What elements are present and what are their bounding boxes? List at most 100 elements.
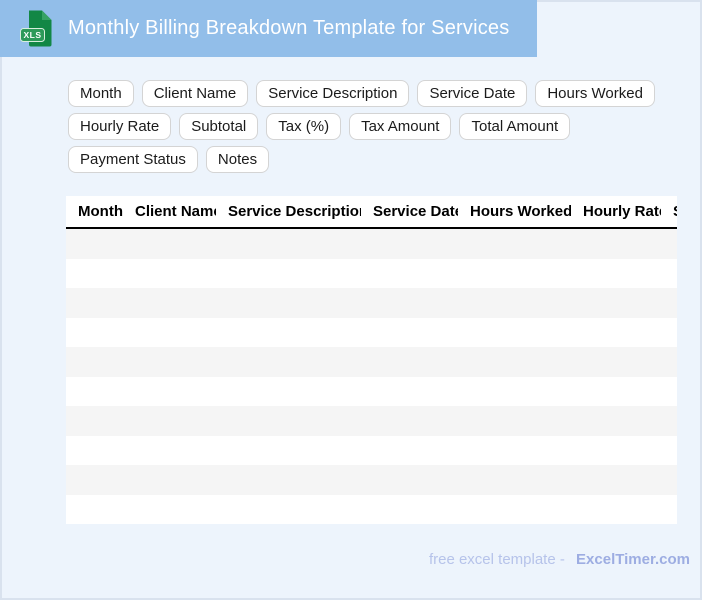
table-cell	[661, 436, 677, 466]
table-row	[66, 228, 677, 259]
footer-text: free excel template -	[428, 551, 565, 568]
table-cell	[571, 347, 661, 377]
table-cell	[661, 228, 677, 259]
table-cell	[123, 377, 216, 407]
field-chip-notes[interactable]: Notes	[205, 146, 270, 173]
table-cell	[661, 318, 677, 348]
field-chip-client-name[interactable]: Client Name	[141, 80, 249, 107]
table-cell	[571, 436, 661, 466]
table-cell	[123, 465, 216, 495]
table-cell	[216, 259, 361, 289]
table-cell	[571, 318, 661, 348]
table-cell	[216, 318, 361, 348]
table-cell	[216, 228, 361, 259]
column-header-service-date: Service Date	[361, 196, 458, 229]
table-cell	[661, 377, 677, 407]
table-cell	[458, 259, 571, 289]
table-cell	[66, 347, 123, 377]
table-cell	[361, 465, 458, 495]
table-cell	[123, 436, 216, 466]
table-cell	[361, 495, 458, 525]
field-chip-service-date[interactable]: Service Date	[417, 80, 528, 107]
table-cell	[361, 318, 458, 348]
field-chip-hours-worked[interactable]: Hours Worked	[535, 80, 655, 107]
footer: free excel template - ExcelTimer.com	[429, 551, 690, 568]
table-cell	[216, 377, 361, 407]
table-cell	[458, 465, 571, 495]
table-cell	[458, 406, 571, 436]
table-cell	[123, 318, 216, 348]
table-cell	[216, 347, 361, 377]
field-chip-tax[interactable]: Tax (%)	[266, 113, 342, 140]
footer-brand-link[interactable]: ExcelTimer.com	[576, 551, 690, 568]
table-body	[66, 228, 677, 524]
column-header-hourly-rate: Hourly Rate	[571, 196, 661, 229]
column-header-service-description: Service Description	[216, 196, 361, 229]
field-chip-hourly-rate[interactable]: Hourly Rate	[68, 113, 172, 140]
table-cell	[216, 288, 361, 318]
table-cell	[66, 436, 123, 466]
column-header-month: Month	[66, 196, 123, 229]
table-container: Month Client Name Service Description Servi…	[66, 196, 677, 524]
table-row	[66, 406, 677, 436]
field-chip-tax-amount[interactable]: Tax Amount	[349, 113, 452, 140]
table-cell	[661, 406, 677, 436]
table-cell	[361, 228, 458, 259]
table-cell	[458, 495, 571, 525]
table-row	[66, 317, 677, 348]
table-row	[66, 465, 677, 495]
table-row	[66, 494, 677, 525]
table-cell	[216, 436, 361, 466]
table-row	[66, 347, 677, 377]
table-cell	[123, 406, 216, 436]
table-row	[66, 435, 677, 466]
table-cell	[123, 495, 216, 525]
table-cell	[123, 228, 216, 259]
field-chip-total-amount[interactable]: Total Amount	[459, 113, 571, 140]
table-cell	[571, 259, 661, 289]
table-cell	[458, 436, 571, 466]
table-cell	[458, 228, 571, 259]
table-cell	[66, 288, 123, 318]
table-cell	[458, 318, 571, 348]
table-cell	[458, 347, 571, 377]
field-chip-month[interactable]: Month	[68, 80, 134, 107]
table-cell	[216, 465, 361, 495]
table-cell	[571, 228, 661, 259]
table-cell	[123, 259, 216, 289]
table-cell	[216, 406, 361, 436]
table-cell	[361, 377, 458, 407]
table-cell	[361, 259, 458, 289]
column-header-client-name: Client Name	[123, 196, 216, 229]
table-cell	[66, 228, 123, 259]
table-cell	[66, 318, 123, 348]
table-cell	[458, 288, 571, 318]
page: XLS Monthly Billing Breakdown Template f…	[0, 0, 702, 600]
field-chips: Month Client Name Service Description Servi…	[68, 80, 682, 173]
table-row	[66, 376, 677, 407]
table-cell	[361, 436, 458, 466]
table-cell	[66, 406, 123, 436]
column-header-subtotal: Subtotal	[661, 196, 677, 229]
header-bar: XLS Monthly Billing Breakdown Template f…	[0, 0, 537, 57]
billing-table: Month Client Name Service Description Servi…	[66, 196, 677, 524]
table-cell	[661, 347, 677, 377]
table-cell	[66, 259, 123, 289]
field-chip-payment-status[interactable]: Payment Status	[68, 146, 198, 173]
table-cell	[216, 495, 361, 525]
table-cell	[571, 406, 661, 436]
column-header-hours-worked: Hours Worked	[458, 196, 571, 229]
table-cell	[123, 288, 216, 318]
table-header-row: Month Client Name Service Description Servi…	[66, 196, 677, 229]
field-chip-subtotal[interactable]: Subtotal	[179, 113, 259, 140]
table-cell	[66, 465, 123, 495]
table-cell	[661, 288, 677, 318]
table-cell	[661, 465, 677, 495]
table-cell	[361, 347, 458, 377]
table-cell	[361, 406, 458, 436]
table-row	[66, 288, 677, 318]
table-cell	[66, 377, 123, 407]
table-cell	[571, 495, 661, 525]
table-cell	[661, 495, 677, 525]
field-chip-service-description[interactable]: Service Description	[256, 80, 410, 107]
